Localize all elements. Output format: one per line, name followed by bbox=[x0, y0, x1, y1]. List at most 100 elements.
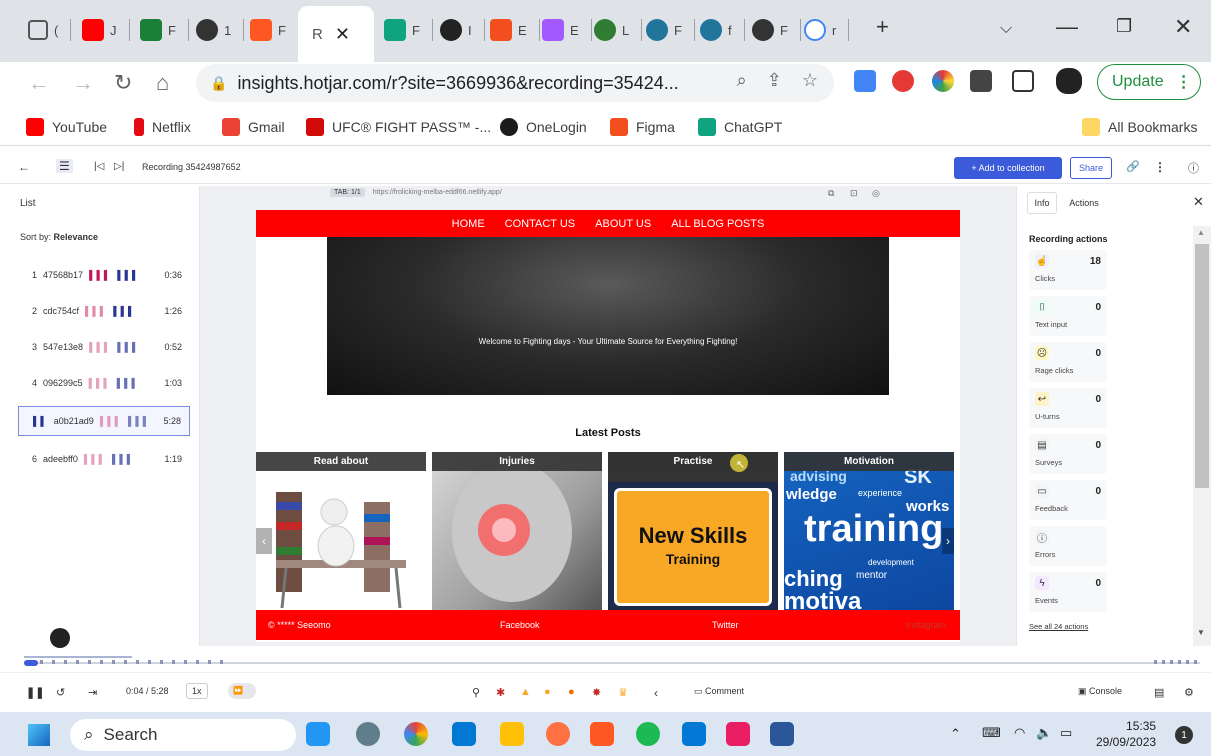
site-nav-about[interactable]: ABOUT US bbox=[595, 218, 651, 230]
site-nav-contact[interactable]: CONTACT US bbox=[505, 218, 576, 230]
list-item[interactable]: 6 adeebff0 ▌▌▌ ▌▌▌ 1:19 bbox=[18, 444, 190, 474]
warning-icon[interactable]: ▲ bbox=[520, 686, 531, 698]
scrollbar[interactable]: ▲ ▼ bbox=[1193, 226, 1211, 646]
location-icon[interactable]: ⚲ bbox=[472, 686, 480, 699]
tab-6[interactable]: I bbox=[440, 10, 485, 50]
notification-badge[interactable]: 1 bbox=[1175, 726, 1193, 744]
post-card-motivation[interactable]: advising SK wledge experience works trai… bbox=[784, 452, 954, 610]
footer-instagram-link[interactable]: Instagram bbox=[906, 620, 946, 630]
tab-info[interactable]: Info bbox=[1027, 192, 1057, 214]
vscode-icon[interactable] bbox=[452, 722, 476, 746]
tab-8[interactable]: E bbox=[542, 10, 592, 50]
tab-11[interactable]: f bbox=[700, 10, 745, 50]
copy-icon[interactable]: ⧉ bbox=[828, 188, 834, 199]
list-view-icon[interactable]: ☰ bbox=[56, 159, 73, 173]
all-bookmarks[interactable]: All Bookmarks bbox=[1082, 118, 1197, 136]
bookmark-figma[interactable]: Figma bbox=[610, 118, 675, 136]
tray-chevron-icon[interactable]: ⌃ bbox=[950, 726, 961, 742]
sort-by[interactable]: Sort by: Relevance bbox=[20, 232, 98, 242]
pause-icon[interactable]: ❚❚ bbox=[26, 686, 44, 699]
bookmark-netflix[interactable]: Netflix bbox=[134, 118, 191, 136]
action-rage-clicks[interactable]: ☹ 0 Rage clicks bbox=[1029, 342, 1107, 382]
settings-app-icon[interactable] bbox=[356, 722, 380, 746]
wifi-icon[interactable]: ◠ bbox=[1014, 725, 1025, 741]
playback-timeline[interactable] bbox=[0, 648, 1211, 672]
tab-actions[interactable]: Actions bbox=[1063, 192, 1105, 214]
bookmark-star-icon[interactable]: ☆ bbox=[802, 70, 818, 91]
open-external-icon[interactable]: ⊡ bbox=[850, 188, 858, 199]
bookmark-gmail[interactable]: Gmail bbox=[222, 118, 285, 136]
chevron-left-icon[interactable]: ‹ bbox=[654, 686, 658, 700]
extension-1-icon[interactable] bbox=[854, 70, 876, 92]
firefox-icon[interactable] bbox=[546, 722, 570, 746]
user-avatar[interactable] bbox=[50, 628, 70, 648]
tab-13[interactable]: r bbox=[804, 10, 850, 50]
see-all-actions-link[interactable]: See all 24 actions bbox=[1029, 622, 1088, 631]
tab-9[interactable]: L bbox=[594, 10, 643, 50]
playhead[interactable] bbox=[24, 660, 38, 666]
footer-twitter-link[interactable]: Twitter bbox=[712, 620, 739, 630]
tab-7[interactable]: E bbox=[490, 10, 540, 50]
action-u-turns[interactable]: ↩ 0 U-turns bbox=[1029, 388, 1107, 428]
scroll-up-icon[interactable]: ▲ bbox=[1197, 228, 1205, 237]
update-button[interactable]: Update ⋮ bbox=[1097, 64, 1201, 100]
next-recording-icon[interactable]: ▷| bbox=[114, 161, 124, 172]
brave-icon[interactable] bbox=[590, 722, 614, 746]
battery-icon[interactable]: ▭ bbox=[1060, 725, 1072, 741]
file-explorer-icon[interactable] bbox=[500, 722, 524, 746]
list-item-selected[interactable]: ▌▌ a0b21ad9 ▌▌▌ ▌▌▌ 5:28 bbox=[18, 406, 190, 436]
skip-inactivity-toggle[interactable]: ⏩ bbox=[228, 683, 256, 699]
console-button[interactable]: ▣ Console bbox=[1078, 686, 1122, 697]
bug-icon[interactable]: ✱ bbox=[496, 686, 505, 699]
emoji-angry-icon[interactable]: ● bbox=[568, 686, 575, 698]
emoji-neutral-icon[interactable]: ● bbox=[544, 686, 551, 698]
volume-icon[interactable]: 🔈 bbox=[1036, 725, 1052, 741]
back-arrow-icon[interactable]: ← bbox=[18, 160, 30, 174]
list-item[interactable]: 1 47568b17 ▌▌▌ ▌▌▌ 0:36 bbox=[18, 260, 190, 290]
outlook-icon[interactable] bbox=[682, 722, 706, 746]
close-panel-icon[interactable]: ✕ bbox=[1193, 194, 1204, 210]
keyboard-icon[interactable]: ⌨ bbox=[982, 725, 1001, 741]
tab-1[interactable]: ( bbox=[28, 10, 72, 50]
more-options-icon[interactable]: ⋮ bbox=[1154, 160, 1166, 174]
action-events[interactable]: ϟ 0 Events bbox=[1029, 572, 1107, 612]
action-clicks[interactable]: ☝ 18 Clicks bbox=[1029, 250, 1107, 290]
side-panel-icon[interactable] bbox=[1012, 70, 1034, 92]
app-icon[interactable] bbox=[726, 722, 750, 746]
list-item[interactable]: 2 cdc754cf ▌▌▌ ▌▌▌ 1:26 bbox=[18, 296, 190, 326]
share-button[interactable]: Share bbox=[1070, 157, 1112, 179]
comment-button[interactable]: ▭ Comment bbox=[694, 686, 744, 697]
previous-recording-icon[interactable]: |◁ bbox=[94, 161, 104, 172]
forward-arrow-icon[interactable]: → bbox=[72, 70, 94, 96]
bookmark-chatgpt[interactable]: ChatGPT bbox=[698, 118, 782, 136]
speed-selector[interactable]: 1x bbox=[186, 683, 208, 699]
tab-4[interactable]: F bbox=[250, 10, 286, 50]
puzzle-extensions-icon[interactable] bbox=[970, 70, 992, 92]
profile-avatar[interactable] bbox=[1056, 68, 1082, 94]
bookmark-youtube[interactable]: YouTube bbox=[26, 118, 107, 136]
action-text-input[interactable]: ⌷ 0 Text input bbox=[1029, 296, 1107, 336]
site-nav-blog[interactable]: ALL BLOG POSTS bbox=[671, 218, 764, 230]
back-arrow-icon[interactable]: ← bbox=[28, 70, 50, 96]
reload-icon[interactable]: ↻ bbox=[114, 70, 132, 96]
skip-icon[interactable]: ⇥ bbox=[88, 686, 97, 699]
post-card-read-about[interactable]: Read about ‹ bbox=[256, 452, 426, 610]
windows-start-icon[interactable] bbox=[28, 724, 50, 746]
site-nav-home[interactable]: HOME bbox=[452, 218, 485, 230]
task-view-icon[interactable] bbox=[306, 722, 330, 746]
taskbar-search[interactable]: ⌕ Search bbox=[70, 719, 296, 751]
minimize-icon[interactable]: — bbox=[1056, 14, 1078, 40]
carousel-next-icon[interactable]: › bbox=[942, 528, 954, 554]
tab-5[interactable]: F bbox=[384, 10, 433, 50]
footer-facebook-link[interactable]: Facebook bbox=[500, 620, 540, 630]
adblock-plus-icon[interactable] bbox=[892, 70, 914, 92]
trophy-icon[interactable]: ♛ bbox=[618, 686, 628, 699]
post-card-practise[interactable]: New Skills Training Practise ↖ bbox=[608, 452, 778, 610]
scrollbar-thumb[interactable] bbox=[1195, 244, 1209, 488]
zoom-icon[interactable]: ⌕ bbox=[737, 70, 747, 91]
settings-icon[interactable]: ◎ bbox=[872, 188, 880, 199]
action-feedback[interactable]: ▭ 0 Feedback bbox=[1029, 480, 1107, 520]
spotify-icon[interactable] bbox=[636, 722, 660, 746]
word-icon[interactable] bbox=[770, 722, 794, 746]
rage-click-icon[interactable]: ✸ bbox=[592, 686, 601, 699]
